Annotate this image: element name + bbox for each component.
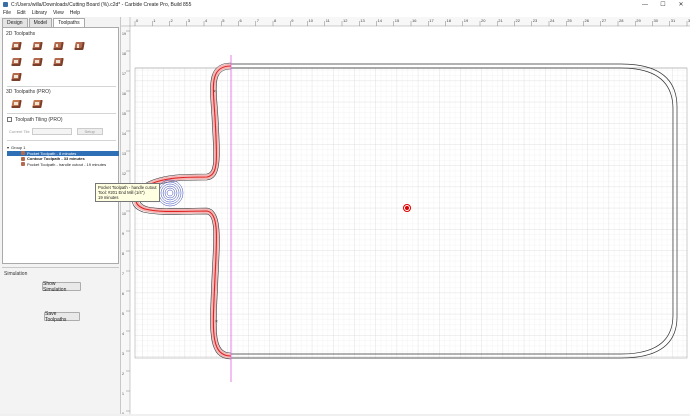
ruler-label: 22 xyxy=(516,18,521,23)
ruler-label: 10 xyxy=(122,212,126,216)
origin-marker xyxy=(404,205,410,211)
menu-library[interactable]: Library xyxy=(32,10,47,16)
section-2d-toolpaths: 2D Toolpaths xyxy=(6,31,36,37)
save-toolpaths-button[interactable]: Save Toolpaths xyxy=(44,311,80,323)
ruler-label: 1 xyxy=(122,392,124,396)
toolpath-tooltip: Pocket Toolpath - handle cutout Tool: #2… xyxy=(95,183,160,202)
ruler-label: 16 xyxy=(122,92,126,96)
toolpath-label: Pocket Toolpath - handle cutout - 19 min… xyxy=(27,161,107,167)
ruler-label: 15 xyxy=(395,18,400,23)
ruler-label: 16 xyxy=(412,18,417,23)
toolpath-label: Contour Toolpath - 33 minutes xyxy=(27,156,85,162)
ruler-label: 27 xyxy=(602,18,607,23)
simulation-title: Simulation xyxy=(4,271,28,277)
tab-design[interactable]: Design xyxy=(2,18,28,27)
current-tile-label: Current Tile xyxy=(9,129,30,134)
toolpath-tiling-checkbox[interactable] xyxy=(7,117,12,122)
3d-rough-icon[interactable] xyxy=(11,98,22,109)
ruler-label: 24 xyxy=(550,18,555,23)
show-simulation-button[interactable]: Show Simulation xyxy=(42,281,81,293)
ruler-label: 12 xyxy=(122,172,126,176)
ruler-label: 13 xyxy=(122,152,126,156)
close-button[interactable]: ✕ xyxy=(672,0,690,9)
tab-toolpaths[interactable]: Toolpaths xyxy=(53,18,85,27)
window-title: C:/Users/willa/Downloads/Cutting Board (… xyxy=(11,1,192,8)
tab-bar: Design Model Toolpaths xyxy=(2,18,86,27)
texture-toolpath-icon[interactable] xyxy=(32,56,43,67)
divider xyxy=(7,113,116,114)
drill-toolpath-icon[interactable] xyxy=(53,40,64,51)
ruler-label: 26 xyxy=(585,18,590,23)
sidebar: Design Model Toolpaths 2D Toolpaths 3D T… xyxy=(0,17,121,414)
design-canvas[interactable]: 0 1 2 3 4 5 6 7 8 9 10 11 12 13 14 15 16 17 18 19 20 21 22 23 24… xyxy=(121,17,690,416)
title-bar: C:/Users/willa/Downloads/Cutting Board (… xyxy=(0,0,690,9)
canvas-svg: 0 1 2 3 4 5 6 7 8 9 10 11 12 13 14 15 16 17 18 19 20 21 22 23 24… xyxy=(121,17,690,416)
setup-button[interactable]: Setup xyxy=(76,128,103,135)
group-label: Group 1 xyxy=(11,145,26,151)
toolpath-row[interactable]: Pocket Toolpath - handle cutout - 19 min… xyxy=(7,162,119,168)
ruler-label: 28 xyxy=(619,18,624,23)
ruler-label: 2 xyxy=(122,372,124,376)
ruler-label: 29 xyxy=(636,18,641,23)
ruler-label: 13 xyxy=(360,18,365,23)
ruler-label: 21 xyxy=(498,18,503,23)
ruler-label: 6 xyxy=(122,292,124,296)
minimize-button[interactable]: — xyxy=(636,0,654,9)
ruler-label: 17 xyxy=(429,18,434,23)
tile-controls: Current Tile Setup xyxy=(9,128,103,135)
ruler-label: 15 xyxy=(122,112,126,116)
vcarve-toolpath-icon[interactable] xyxy=(74,40,85,51)
ruler-label: 10 xyxy=(309,18,314,23)
ruler-label: 12 xyxy=(343,18,348,23)
current-tile-select[interactable] xyxy=(31,128,72,135)
node-marker: × xyxy=(215,319,218,325)
ruler-label: 19 xyxy=(122,32,126,36)
ruler-label: 9 xyxy=(122,232,124,236)
menu-view[interactable]: View xyxy=(53,10,64,16)
pocket-toolpath-icon[interactable] xyxy=(32,40,43,51)
simulation-panel: Simulation Show Simulation Save Toolpath… xyxy=(2,267,119,413)
pocket-toolpath-icon xyxy=(21,162,25,167)
ruler-label: 18 xyxy=(447,18,452,23)
toolpath-tiling-label: Toolpath Tiling (PRO) xyxy=(15,117,63,123)
advanced-vcarve-icon[interactable] xyxy=(11,56,22,67)
ruler-label: 31 xyxy=(671,18,676,23)
ruler-label: 30 xyxy=(654,18,659,23)
toolpath-tree: ▾ Group 1 Pocket Toolpath - 8 minutes Con… xyxy=(7,145,119,167)
3d-finish-icon[interactable] xyxy=(32,98,43,109)
ruler-label: 17 xyxy=(122,72,126,76)
ruler-label: 7 xyxy=(122,272,124,276)
ruler-label: 5 xyxy=(122,312,124,316)
ruler-label: 14 xyxy=(378,18,383,23)
pocket-toolpath-icon xyxy=(21,151,25,156)
contour-toolpath-icon xyxy=(21,156,25,161)
ruler-label: 4 xyxy=(122,332,124,336)
node-marker: × xyxy=(213,89,216,95)
chamfer-toolpath-icon[interactable] xyxy=(11,71,22,82)
tooltip-time: 19 minutes xyxy=(98,195,119,200)
ruler-label: 18 xyxy=(122,52,126,56)
divider xyxy=(7,140,116,141)
menu-bar: File Edit Library View Help xyxy=(0,9,690,17)
contour-toolpath-icon[interactable] xyxy=(11,40,22,51)
ruler-label: 23 xyxy=(533,18,538,23)
ruler-label: 19 xyxy=(464,18,469,23)
ruler-label: 14 xyxy=(122,132,126,136)
menu-help[interactable]: Help xyxy=(70,10,80,16)
ruler-label: 20 xyxy=(481,18,486,23)
menu-file[interactable]: File xyxy=(3,10,11,16)
toolpath-label: Pocket Toolpath - 8 minutes xyxy=(27,150,77,156)
toolpaths-panel: 2D Toolpaths 3D Toolpaths (PRO) Toolpath… xyxy=(2,27,119,264)
app-icon xyxy=(3,2,8,7)
thread-toolpath-icon[interactable] xyxy=(53,56,64,67)
tab-model[interactable]: Model xyxy=(28,18,53,27)
expand-icon[interactable]: ▾ xyxy=(7,145,9,150)
ruler-label: 25 xyxy=(567,18,572,23)
ruler-label: 8 xyxy=(122,252,124,256)
ruler-label: 3 xyxy=(122,352,124,356)
divider xyxy=(7,86,116,87)
menu-edit[interactable]: Edit xyxy=(17,10,26,16)
section-3d-toolpaths: 3D Toolpaths (PRO) xyxy=(6,89,51,95)
maximize-button[interactable]: ☐ xyxy=(654,0,672,9)
